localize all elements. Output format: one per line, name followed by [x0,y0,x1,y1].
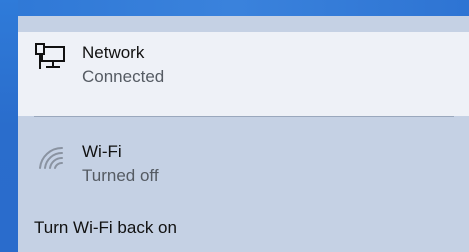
desktop: Network Connected Wi-Fi Turned off Turn … [0,0,469,252]
wifi-item[interactable] [18,117,469,207]
wifi-off-icon [39,146,63,169]
network-flyout: Network Connected Wi-Fi Turned off Turn … [18,16,469,252]
network-status: Connected [82,67,165,86]
turn-wifi-back-on-link[interactable]: Turn Wi-Fi back on [34,218,177,238]
wifi-name: Wi-Fi [82,142,122,161]
desktop-wallpaper [0,0,469,16]
wired-network-icon [35,43,65,69]
wifi-status: Turned off [82,166,159,185]
desktop-wallpaper-edge [0,0,18,252]
network-name: Network [82,43,145,62]
